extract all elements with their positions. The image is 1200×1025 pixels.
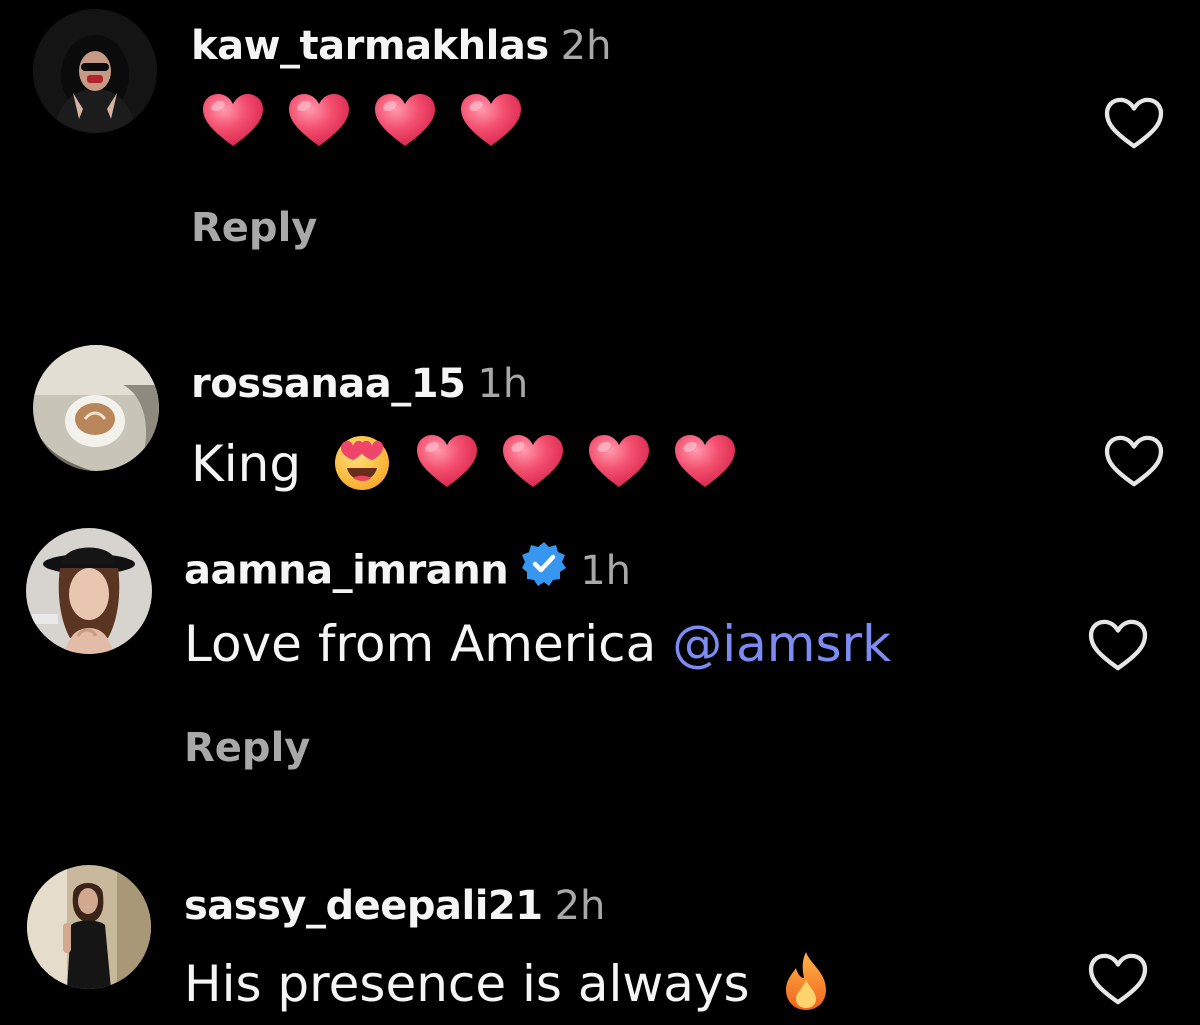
heart-outline-icon[interactable] (1087, 952, 1149, 1010)
comment-text: His presence is always (184, 950, 832, 1025)
comment-header: sassy_deepali21 2h (184, 882, 605, 930)
username[interactable]: sassy_deepali21 (184, 883, 543, 929)
comment-text-content: His presence is always (184, 955, 750, 1013)
avatar[interactable] (33, 345, 159, 471)
reply-button[interactable]: Reply (191, 204, 317, 252)
avatar[interactable] (26, 528, 152, 654)
heart-emoji (287, 92, 351, 161)
avatar[interactable] (33, 9, 157, 133)
comment-header: rossanaa_15 1h (191, 360, 528, 408)
comment-header: aamna_imrann 1h (184, 542, 632, 599)
heart-emoji (415, 433, 479, 502)
comment-header: kaw_tarmakhlas 2h (191, 22, 611, 70)
avatar[interactable] (27, 865, 151, 989)
comment-text-content: Love from America (184, 615, 657, 673)
username[interactable]: kaw_tarmakhlas (191, 23, 549, 69)
mention-link[interactable]: @iamsrk (672, 615, 891, 673)
reply-button[interactable]: Reply (184, 724, 310, 772)
heart-emoji (201, 92, 265, 161)
comment-time: 1h (477, 361, 529, 407)
comment-text: Love from America @iamsrk (184, 614, 891, 674)
fire-emoji (780, 950, 832, 1025)
heart-outline-icon[interactable] (1103, 434, 1165, 492)
comment-time: 2h (554, 883, 606, 929)
heart-outline-icon[interactable] (1103, 96, 1165, 154)
heart-emoji (673, 433, 737, 502)
heart-emoji (373, 92, 437, 161)
verified-badge-icon (520, 540, 568, 599)
comment-text-content: King (191, 435, 302, 493)
heart-eyes-face-emoji (331, 430, 393, 505)
heart-emoji (459, 92, 523, 161)
username[interactable]: aamna_imrann (184, 548, 509, 594)
heart-outline-icon[interactable] (1087, 618, 1149, 676)
comment-text: King (191, 430, 737, 505)
heart-emoji (501, 433, 565, 502)
comment-text (201, 92, 523, 161)
username[interactable]: rossanaa_15 (191, 361, 466, 407)
comment-time: 1h (580, 547, 632, 594)
heart-emoji (587, 433, 651, 502)
comment-time: 2h (560, 23, 612, 69)
